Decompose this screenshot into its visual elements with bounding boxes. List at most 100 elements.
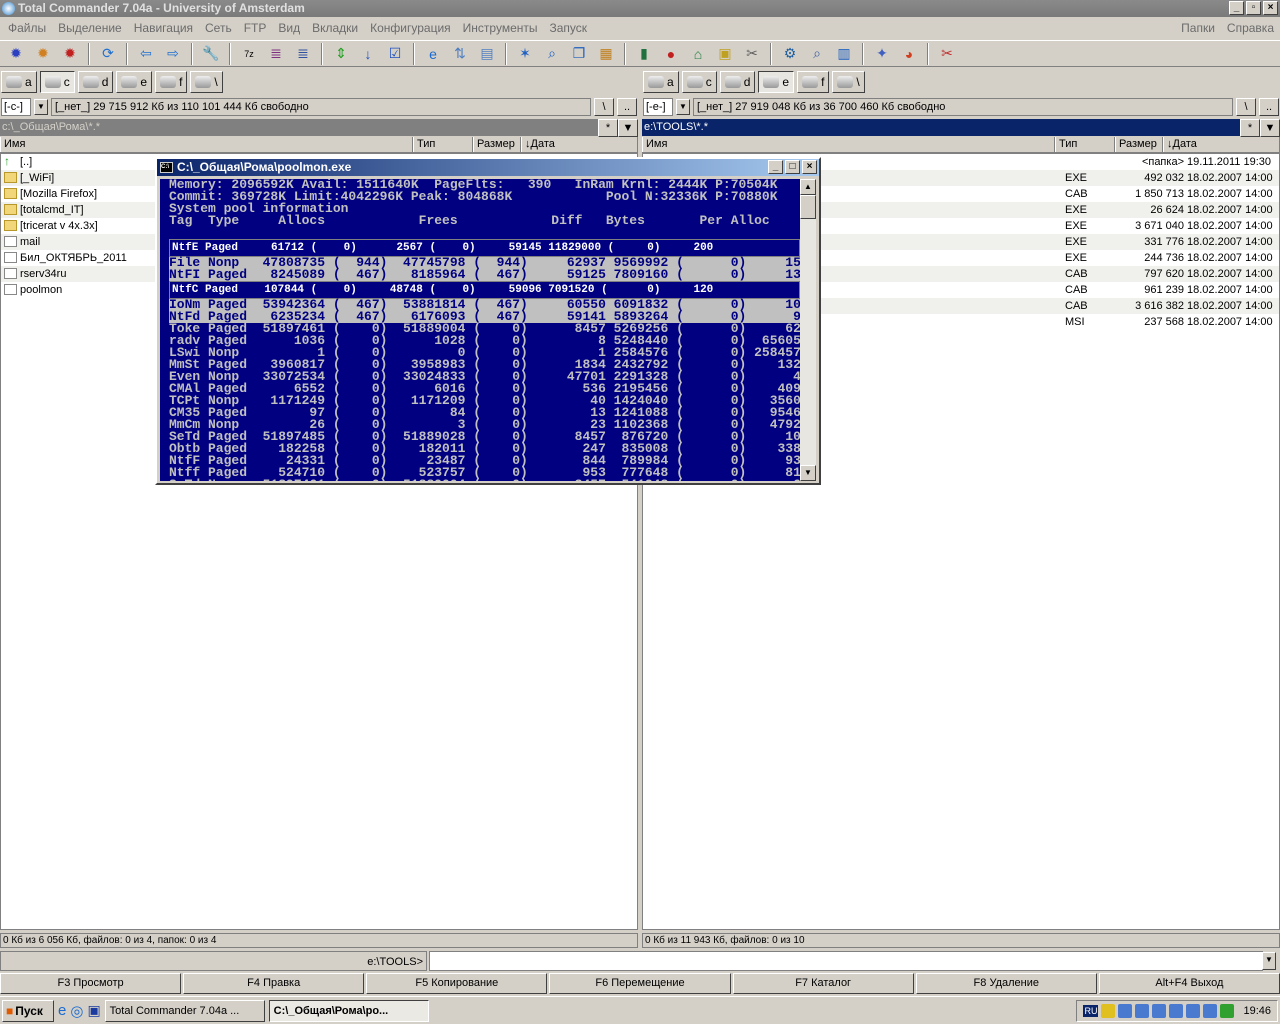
menu-item[interactable]: Вкладки bbox=[306, 21, 364, 35]
fkey-button[interactable]: F5 Копирование bbox=[366, 973, 548, 994]
left-current-path[interactable]: c:\_Общая\Рома\*.* bbox=[0, 119, 598, 136]
drive-button-d[interactable]: d bbox=[77, 71, 114, 93]
menu-item[interactable]: Выделение bbox=[52, 21, 128, 35]
record-icon[interactable]: ● bbox=[659, 42, 683, 66]
drive-button-f[interactable]: f bbox=[155, 71, 188, 93]
sync-icon[interactable]: ▦ bbox=[594, 42, 618, 66]
drive-button-c[interactable]: c bbox=[681, 71, 717, 93]
console-scrollbar[interactable]: ▲ ▼ bbox=[800, 179, 816, 481]
search-icon[interactable]: ⌕ bbox=[540, 42, 564, 66]
hotlist-dropdown[interactable]: ▼ bbox=[1260, 119, 1280, 137]
fkey-button[interactable]: Alt+F4 Выход bbox=[1098, 973, 1280, 994]
history-button[interactable]: * bbox=[598, 119, 618, 137]
root-button[interactable]: \ bbox=[1236, 98, 1256, 116]
paint-icon[interactable]: ◕ bbox=[897, 42, 921, 66]
menu-item[interactable]: Вид bbox=[272, 21, 306, 35]
tray-icon[interactable] bbox=[1220, 1004, 1235, 1018]
console-screen[interactable]: Memory: 2096592K Avail: 1511640K PageFlt… bbox=[160, 179, 800, 481]
scroll-down-icon[interactable]: ▼ bbox=[800, 465, 816, 481]
fkey-button[interactable]: F3 Просмотр bbox=[0, 973, 182, 994]
pool-row[interactable]: SeTd Nonp 51897461 ( 0) 51889004 ( 0) 84… bbox=[169, 478, 800, 481]
minimize-button[interactable]: _ bbox=[1229, 1, 1244, 15]
cut-icon[interactable]: ✂ bbox=[935, 42, 959, 66]
drive-button-a[interactable]: a bbox=[1, 71, 37, 93]
forward-icon[interactable]: ⇨ bbox=[161, 42, 185, 66]
menu-item[interactable]: Инструменты bbox=[457, 21, 544, 35]
tools-icon[interactable]: ⚙ bbox=[778, 42, 802, 66]
menu-item[interactable]: Справка bbox=[1221, 21, 1280, 35]
fkey-button[interactable]: F6 Перемещение bbox=[549, 973, 731, 994]
tray-icon[interactable] bbox=[1186, 1004, 1201, 1018]
tray-icon[interactable] bbox=[1169, 1004, 1184, 1018]
menu-item[interactable]: Папки bbox=[1175, 21, 1221, 35]
archive-icon[interactable]: ≣ bbox=[264, 42, 288, 66]
gear-red-icon[interactable]: ✹ bbox=[58, 42, 82, 66]
network-icon[interactable]: ⌂ bbox=[686, 42, 710, 66]
drive-button-d[interactable]: d bbox=[719, 71, 756, 93]
left-drive-dropdown[interactable]: ▼ bbox=[34, 99, 48, 115]
drive-button-e[interactable]: e bbox=[116, 71, 153, 93]
star-icon[interactable]: ✶ bbox=[513, 42, 537, 66]
image-icon[interactable]: ▣ bbox=[713, 42, 737, 66]
parent-dir-button[interactable]: .. bbox=[1259, 98, 1279, 116]
menu-item[interactable]: Файлы bbox=[2, 21, 52, 35]
gear-orange-icon[interactable]: ✹ bbox=[31, 42, 55, 66]
save-quicklaunch-icon[interactable]: ▣ bbox=[87, 1002, 100, 1019]
menu-item[interactable]: Навигация bbox=[128, 21, 199, 35]
close-button[interactable]: × bbox=[1263, 1, 1278, 15]
wrench-icon[interactable]: 🔧 bbox=[199, 42, 223, 66]
tray-icon[interactable] bbox=[1118, 1004, 1133, 1018]
menu-item[interactable]: Запуск bbox=[544, 21, 594, 35]
column-header[interactable]: Тип bbox=[413, 137, 473, 152]
language-indicator[interactable]: RU bbox=[1083, 1005, 1099, 1017]
pool-row[interactable]: NtFI Paged 8245089 ( 467) 8185964 ( 467)… bbox=[169, 268, 800, 281]
back-icon[interactable]: ⇦ bbox=[134, 42, 158, 66]
copy-names-icon[interactable]: ❐ bbox=[567, 42, 591, 66]
task-poolmon-console[interactable]: C:\_Общая\Рома\po... bbox=[268, 999, 429, 1022]
ftp-icon[interactable]: ⇅ bbox=[448, 42, 472, 66]
scroll-up-icon[interactable]: ▲ bbox=[800, 179, 816, 195]
menu-item[interactable]: Сеть bbox=[199, 21, 238, 35]
fkey-button[interactable]: F4 Правка bbox=[183, 973, 365, 994]
root-button[interactable]: \ bbox=[594, 98, 614, 116]
right-drive-select[interactable]: [-e-] bbox=[643, 98, 673, 116]
column-header[interactable]: Размер bbox=[1115, 137, 1163, 152]
console-maximize-button[interactable]: □ bbox=[785, 160, 800, 174]
tray-icon[interactable] bbox=[1135, 1004, 1150, 1018]
drive-button-a[interactable]: a bbox=[643, 71, 679, 93]
browser-quicklaunch-icon[interactable]: ◎ bbox=[70, 1002, 83, 1020]
scissors-icon[interactable]: ✂ bbox=[740, 42, 764, 66]
drive-button-network[interactable]: \ bbox=[190, 71, 223, 93]
gear-blue-icon[interactable]: ✹ bbox=[4, 42, 28, 66]
fkey-button[interactable]: F8 Удаление bbox=[915, 973, 1097, 994]
tray-icon[interactable] bbox=[1203, 1004, 1218, 1018]
console-window[interactable]: C:\ C:\_Общая\Рома\poolmon.exe _ □ × Mem… bbox=[155, 157, 821, 485]
hotlist-dropdown[interactable]: ▼ bbox=[618, 119, 638, 137]
console-close-button[interactable]: × bbox=[802, 160, 817, 174]
column-header[interactable]: Размер bbox=[473, 137, 521, 152]
explorer-icon[interactable]: ▥ bbox=[832, 42, 856, 66]
ie-icon[interactable]: e bbox=[421, 42, 445, 66]
menu-item[interactable]: Конфигурация bbox=[364, 21, 457, 35]
menu-item[interactable]: FTP bbox=[238, 21, 273, 35]
tray-icon[interactable] bbox=[1152, 1004, 1167, 1018]
refresh-icon[interactable]: ⟳ bbox=[96, 42, 120, 66]
checklist-icon[interactable]: ☑ bbox=[383, 42, 407, 66]
column-header[interactable]: ↓Дата bbox=[521, 137, 638, 152]
archive-extract-icon[interactable]: ≣ bbox=[291, 42, 315, 66]
command-input[interactable] bbox=[429, 951, 1263, 971]
column-header[interactable]: Тип bbox=[1055, 137, 1115, 152]
7z-sfx-icon[interactable]: 7z bbox=[237, 42, 261, 66]
settings-icon[interactable]: ✦ bbox=[870, 42, 894, 66]
sort-az-icon[interactable]: ↓ bbox=[356, 42, 380, 66]
excel-icon[interactable]: ▮ bbox=[632, 42, 656, 66]
start-button[interactable]: ■ Пуск bbox=[2, 999, 54, 1022]
sort-icon[interactable]: ⇕ bbox=[329, 42, 353, 66]
ie-quicklaunch-icon[interactable]: e bbox=[58, 1002, 66, 1019]
console-minimize-button[interactable]: _ bbox=[768, 160, 783, 174]
history-button[interactable]: * bbox=[1240, 119, 1260, 137]
task-total-commander[interactable]: Total Commander 7.04a ... bbox=[104, 999, 265, 1022]
find-icon[interactable]: ⌕ bbox=[805, 42, 829, 66]
right-drive-dropdown[interactable]: ▼ bbox=[676, 99, 690, 115]
command-history-dropdown[interactable]: ▼ bbox=[1262, 952, 1276, 970]
